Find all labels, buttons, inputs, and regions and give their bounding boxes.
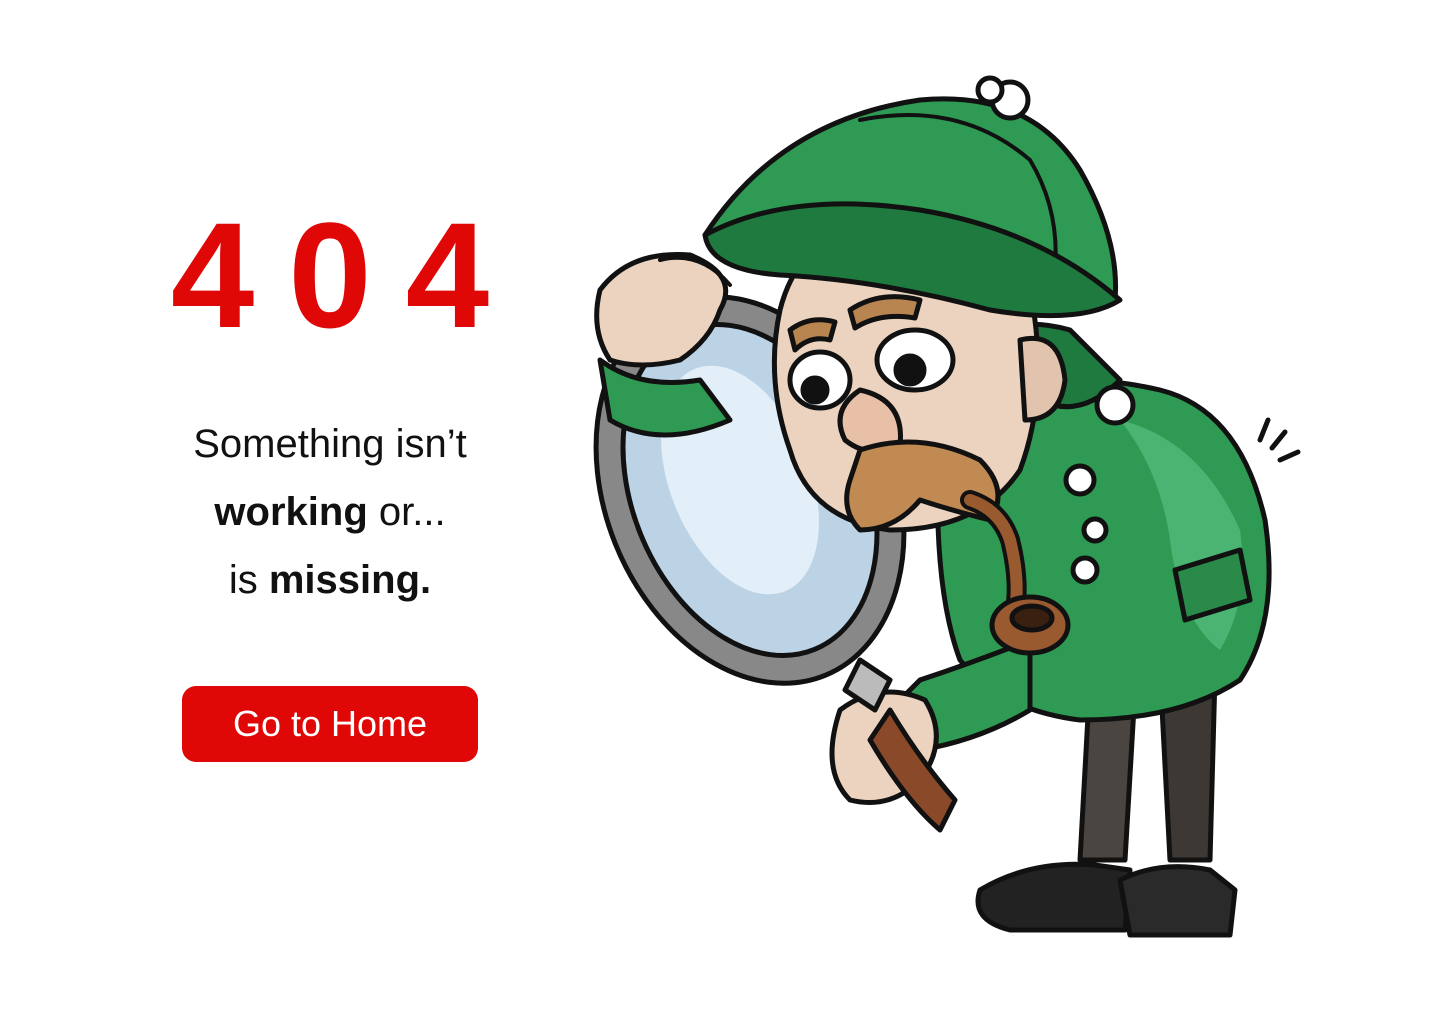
- error-message: Something isn’t working or... is missing…: [120, 410, 540, 614]
- message-missing: missing.: [268, 558, 432, 602]
- go-to-home-button[interactable]: Go to Home: [182, 686, 478, 762]
- message-or: or...: [367, 490, 446, 534]
- message-line-3: is missing.: [120, 546, 540, 614]
- message-line-2: working or...: [120, 478, 540, 546]
- error-content: 404 Something isn’t working or... is mis…: [120, 200, 540, 762]
- error-code: 404: [170, 191, 524, 359]
- detective-magnifier-icon: [593, 75, 1301, 938]
- message-line-1: Something isn’t: [193, 422, 467, 466]
- message-is: is: [228, 558, 269, 602]
- not-found-page: 404 Something isn’t working or... is mis…: [0, 0, 1440, 1024]
- message-working: working: [214, 490, 368, 534]
